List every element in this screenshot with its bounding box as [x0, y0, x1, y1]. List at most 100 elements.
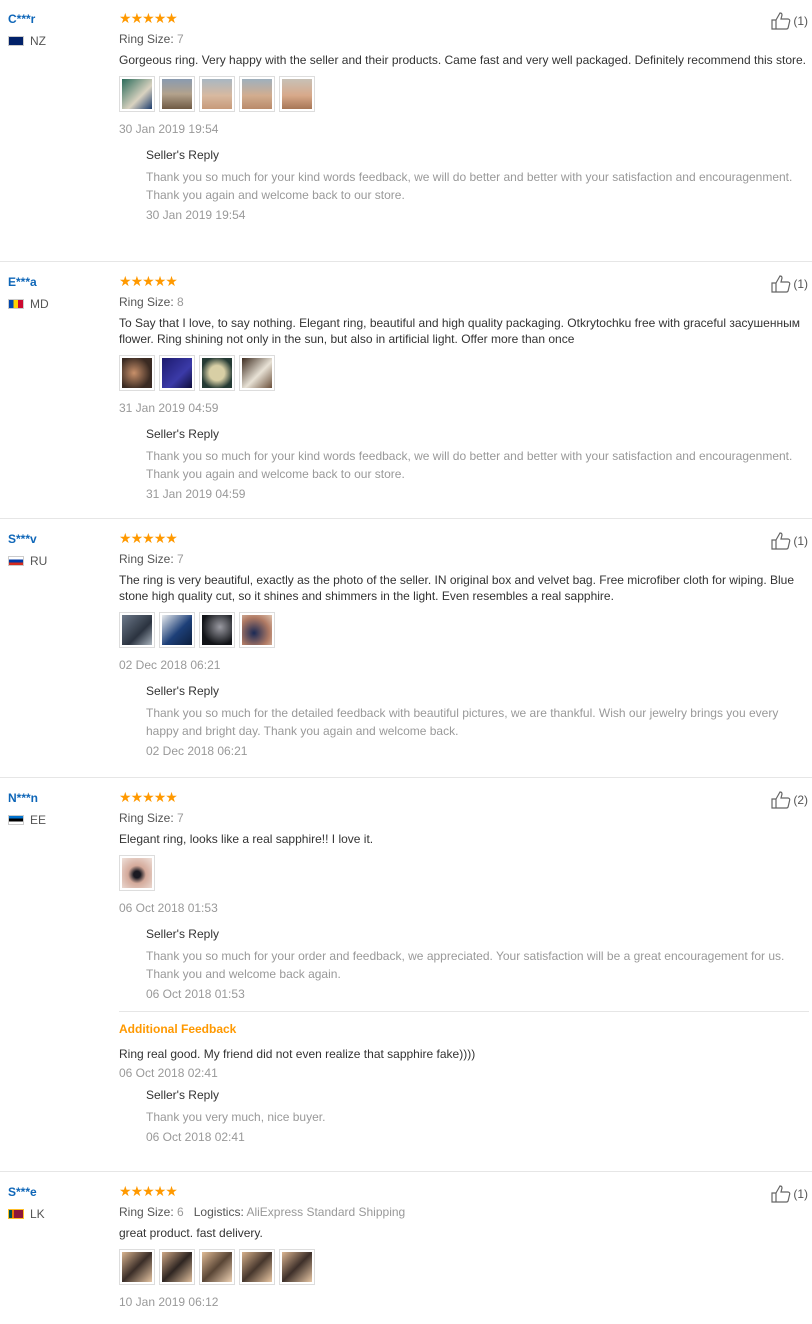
reply-date: 31 Jan 2019 04:59 [146, 487, 246, 501]
ring-size-value: 6 [177, 1205, 184, 1219]
review-text: To Say that I love, to say nothing. Eleg… [119, 316, 800, 346]
review-date: 02 Dec 2018 06:21 [119, 658, 221, 672]
review-text: great product. fast delivery. [119, 1226, 263, 1240]
star-icon: ★ [130, 1183, 144, 1199]
reviewer-name[interactable]: S***v [8, 532, 108, 546]
reviewer-country: RU [8, 554, 108, 568]
seller-reply: Seller's Reply Thank you so much for you… [146, 427, 809, 501]
review-body: ★ ★ ★ ★ ★ Ring Size: 6 Logistics: AliExpress… [119, 1183, 809, 1309]
logistics-label: Logistics: [193, 1205, 244, 1219]
flag-nz-icon [8, 36, 24, 46]
review-photo[interactable] [119, 1249, 155, 1285]
review-photo[interactable] [119, 855, 155, 891]
additional-feedback-title: Additional Feedback [119, 1022, 237, 1036]
review-body: ★ ★ ★ ★ ★ Ring Size: 7 Gorgeous ring. Very h… [119, 10, 809, 222]
star-icon: ★ [142, 10, 155, 26]
review-photos [119, 1249, 809, 1285]
review-item: E***a MD ★ ★ ★ ★ ★ Ring Size: 8 To Say that … [0, 263, 812, 519]
helpful-button[interactable]: (2) [771, 791, 808, 809]
star-icon: ★ [153, 1183, 167, 1199]
thumbs-up-icon [771, 1185, 791, 1203]
helpful-count: (1) [793, 1187, 808, 1201]
thumbs-up-icon [771, 791, 791, 809]
review-body: ★ ★ ★ ★ ★ Ring Size: 7 The ring is very beau… [119, 530, 809, 758]
review-photo[interactable] [119, 355, 155, 391]
reply-date: 02 Dec 2018 06:21 [146, 744, 248, 758]
review-photo[interactable] [239, 76, 275, 112]
review-photo[interactable] [239, 612, 275, 648]
review-photo[interactable] [199, 76, 235, 112]
review-photo[interactable] [159, 1249, 195, 1285]
reviewer: E***a MD [8, 275, 108, 311]
country-code: NZ [30, 34, 46, 48]
ring-size: Ring Size: 7 [119, 811, 184, 825]
reply-text: Thank you so much for your kind words fe… [146, 449, 793, 481]
reply-title: Seller's Reply [146, 427, 219, 441]
star-icon: ★ [119, 10, 132, 26]
seller-reply: Seller's Reply Thank you very much, nice… [146, 1088, 809, 1144]
review-photo[interactable] [279, 76, 315, 112]
thumbs-up-icon [771, 275, 791, 293]
reviewer-country: EE [8, 813, 108, 827]
reviewer-name[interactable]: E***a [8, 275, 108, 289]
review-item: S***e LK ★ ★ ★ ★ ★ Ring Size: 6 Logistics: A… [0, 1173, 812, 1324]
star-icon: ★ [119, 789, 132, 805]
review-photo[interactable] [119, 612, 155, 648]
helpful-count: (1) [793, 534, 808, 548]
ring-size: Ring Size: 7 [119, 32, 184, 46]
review-body: ★ ★ ★ ★ ★ Ring Size: 8 To Say that I love, t… [119, 273, 809, 501]
reviewer-name[interactable]: S***e [8, 1185, 108, 1199]
flag-ru-icon [8, 556, 24, 566]
star-icon: ★ [165, 10, 178, 26]
country-code: EE [30, 813, 47, 827]
review-date: 30 Jan 2019 19:54 [119, 122, 219, 136]
flag-lk-icon [8, 1209, 24, 1219]
helpful-button[interactable]: (1) [771, 1185, 808, 1203]
review-item: N***n EE ★ ★ ★ ★ ★ Ring Size: 7 Elegant ring… [0, 779, 812, 1172]
star-rating: ★ ★ ★ ★ ★ [119, 1183, 809, 1199]
review-photo[interactable] [119, 76, 155, 112]
star-icon: ★ [153, 530, 167, 546]
review-photo[interactable] [239, 355, 275, 391]
reviewer-country: MD [8, 297, 108, 311]
logistics-value: AliExpress Standard Shipping [246, 1205, 406, 1219]
review-photos [119, 355, 809, 391]
review-item: S***v RU ★ ★ ★ ★ ★ Ring Size: 7 The ring is … [0, 520, 812, 778]
review-photo[interactable] [199, 612, 235, 648]
seller-reply: Seller's Reply Thank you so much for the… [146, 684, 809, 758]
review-photo[interactable] [159, 355, 195, 391]
review-photo[interactable] [199, 1249, 235, 1285]
reviewer-name[interactable]: N***n [8, 791, 108, 805]
reply-title: Seller's Reply [146, 148, 219, 162]
review-photo[interactable] [159, 76, 195, 112]
ring-size: Ring Size: 7 [119, 552, 184, 566]
helpful-button[interactable]: (1) [771, 275, 808, 293]
reviewer-name[interactable]: C***r [8, 12, 108, 26]
flag-md-icon [8, 299, 24, 309]
review-photo[interactable] [239, 1249, 275, 1285]
review-date: 10 Jan 2019 06:12 [119, 1295, 219, 1309]
reply-text: Thank you so much for your order and fee… [146, 949, 785, 981]
reply-text: Thank you so much for your kind words fe… [146, 170, 793, 202]
review-photos [119, 855, 809, 891]
star-icon: ★ [165, 789, 178, 805]
thumbs-up-icon [771, 532, 791, 550]
additional-feedback: Additional Feedback Ring real good. My f… [119, 1011, 809, 1144]
review-photo[interactable] [279, 1249, 315, 1285]
thumbs-up-icon [771, 12, 791, 30]
review-text: Elegant ring, looks like a real sapphire… [119, 832, 374, 846]
star-icon: ★ [165, 530, 178, 546]
additional-feedback-date: 06 Oct 2018 02:41 [119, 1066, 218, 1080]
helpful-button[interactable]: (1) [771, 12, 808, 30]
star-icon: ★ [130, 273, 144, 289]
reply-title: Seller's Reply [146, 927, 219, 941]
reviewer: C***r NZ [8, 12, 108, 48]
reviewer: N***n EE [8, 791, 108, 827]
review-photos [119, 612, 809, 648]
review-photos [119, 76, 809, 112]
helpful-count: (1) [793, 277, 808, 291]
helpful-button[interactable]: (1) [771, 532, 808, 550]
review-photo[interactable] [199, 355, 235, 391]
star-rating: ★ ★ ★ ★ ★ [119, 530, 809, 546]
review-photo[interactable] [159, 612, 195, 648]
